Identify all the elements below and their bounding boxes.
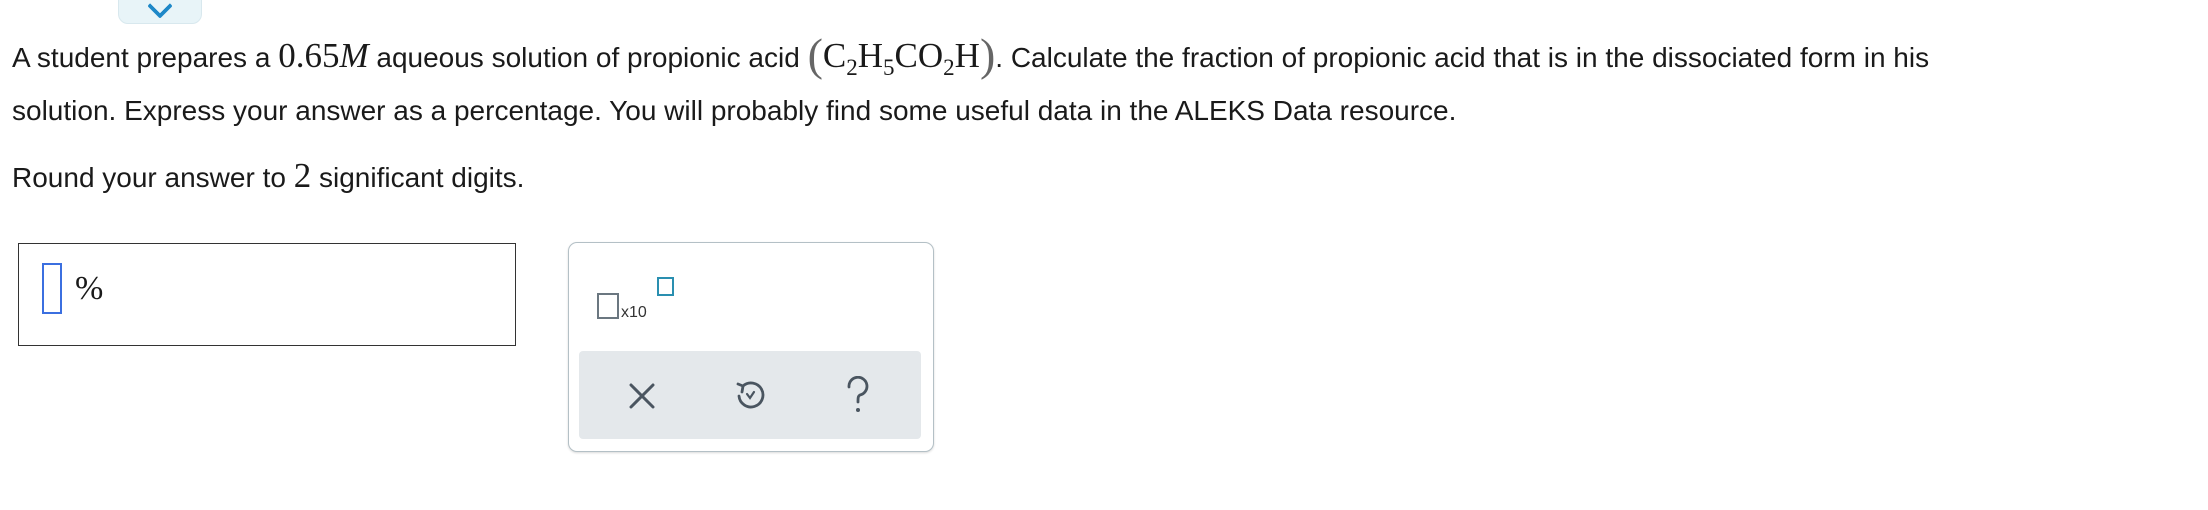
- formula-h-sub: 5: [883, 55, 895, 80]
- sci-notation-label: x10: [621, 304, 647, 321]
- concentration-value: 0.65: [278, 36, 340, 75]
- question-line-2: solution. Express your answer as a perce…: [12, 95, 1457, 126]
- formula-close-paren: ): [979, 29, 996, 80]
- question-text: A student prepares a 0.65M aqueous solut…: [12, 28, 2202, 137]
- rounding-instruction: Round your answer to 2 significant digit…: [12, 156, 524, 196]
- rounding-suffix: significant digits.: [311, 162, 525, 193]
- math-tool-panel: x10: [568, 242, 934, 452]
- rounding-prefix: Round your answer to: [12, 162, 294, 193]
- clear-button[interactable]: [615, 369, 669, 423]
- question-part3: . Calculate the fraction of propionic ac…: [995, 42, 1930, 73]
- answer-area: %: [18, 243, 516, 346]
- formula-open-paren: (: [807, 29, 823, 80]
- percent-unit: %: [75, 270, 104, 307]
- question-mark-icon: [847, 376, 869, 412]
- formula-co-sub: 2: [943, 55, 955, 80]
- question-part1: A student prepares a: [12, 42, 279, 73]
- chevron-down-icon: [147, 0, 173, 19]
- coefficient-box-icon: [597, 293, 619, 319]
- question-line-1: A student prepares a 0.65M aqueous solut…: [12, 28, 2202, 84]
- answer-input[interactable]: [42, 263, 62, 314]
- molarity-unit: M: [339, 36, 369, 75]
- question-part2: aqueous solution of propionic acid: [368, 42, 808, 73]
- collapse-tab[interactable]: [118, 0, 202, 24]
- formula-c: C: [822, 36, 847, 75]
- rounding-digits: 2: [293, 156, 312, 195]
- exponent-box-icon: [657, 277, 674, 296]
- formula-c-sub: 2: [846, 55, 858, 80]
- scientific-notation-button[interactable]: x10: [597, 273, 687, 323]
- formula-co: CO: [894, 36, 944, 75]
- action-bar: [579, 351, 921, 439]
- formula-h: H: [857, 36, 884, 75]
- chemical-formula: (C2H5CO2H): [808, 29, 996, 80]
- undo-icon: [736, 381, 765, 409]
- formula-h2: H: [954, 36, 980, 75]
- help-button[interactable]: [831, 369, 885, 423]
- undo-button[interactable]: [723, 369, 777, 423]
- close-icon: [629, 383, 655, 409]
